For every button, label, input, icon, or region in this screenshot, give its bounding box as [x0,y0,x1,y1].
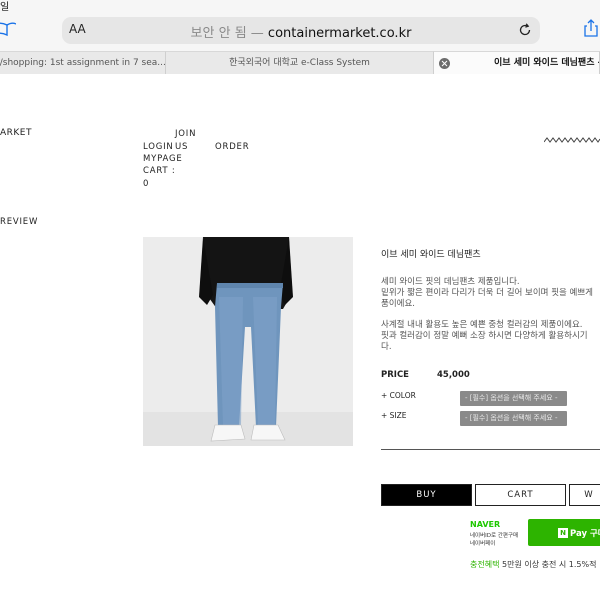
not-secure-label: 보안 안 됨 — [190,26,268,41]
add-to-cart-button[interactable]: CART [475,484,566,506]
naver-pay-box: NAVER 네이버ID로 간편구매 네이버페이 N Pay 구매 [468,517,600,549]
charge-benefit-label: 충전혜택 [470,560,500,569]
product-desc-line: 핏과 컬러감이 정말 예뻐 소장 하시면 다양하게 활용하시기 [381,331,588,341]
menu-toggle-icon[interactable] [544,136,600,144]
menu-mypage[interactable]: MYPAGE [143,154,183,164]
share-icon[interactable] [584,19,598,37]
close-tab-icon[interactable] [439,58,450,69]
tab-shopping[interactable]: 3/shopping: 1st assignment in 7 sea... [0,51,166,74]
color-label: + COLOR [381,391,416,400]
bookmarks-icon[interactable] [0,22,16,36]
tab-bar: 3/shopping: 1st assignment in 7 sea... 한… [0,51,600,74]
naver-pay-n-icon: N [558,528,568,538]
menu-us[interactable]: US [175,142,188,152]
charge-benefit-text: 5만원 이상 충전 시 1.5%적 [499,560,597,569]
reload-icon[interactable] [518,23,532,37]
product-desc-line: 밑위가 짧은 편이라 다리가 더욱 더 길어 보이며 핏을 예쁘게 [381,288,593,298]
size-label: + SIZE [381,411,407,420]
tab-product-active[interactable]: 이브 세미 와이드 데님팬츠 - 컨 [434,51,600,74]
address-text[interactable]: 보안 안 됨 — containermarket.co.kr [62,22,540,41]
tab-label: 한국외국어 대학교 e-Class System [229,58,370,68]
price-label: PRICE [381,370,409,380]
product-desc-line: 세미 와이드 핏의 데님팬츠 제품입니다. [381,277,520,287]
color-select[interactable]: - [필수] 옵션을 선택해 주세요 - [460,391,567,406]
naver-pay-label: Pay 구매 [570,529,600,539]
product-desc-line: 다. [381,342,392,352]
naver-logo: NAVER [470,520,501,529]
tab-label: 3/shopping: 1st assignment in 7 sea... [0,58,166,68]
size-select[interactable]: - [필수] 옵션을 선택해 주세요 - [460,411,567,426]
browser-chrome: 일 AA 보안 안 됨 — containermarket.co.kr 3/sh… [0,0,600,74]
product-desc-line: 품이에요. [381,299,415,309]
divider [381,449,600,450]
address-domain: containermarket.co.kr [267,26,412,41]
menu-join[interactable]: JOIN [175,129,196,139]
buy-button[interactable]: BUY [381,484,472,506]
status-text: 일 [0,2,10,13]
address-bar[interactable]: AA 보안 안 됨 — containermarket.co.kr [62,17,540,44]
charge-benefit: 충전혜택 5만원 이상 충전 시 1.5%적 [470,559,596,570]
site-logo[interactable]: ARKET [0,128,32,138]
nav-review[interactable]: REVIEW [0,217,38,227]
wishlist-button[interactable]: W [569,484,600,506]
menu-cart[interactable]: CART : [143,166,176,176]
tab-eclass[interactable]: 한국외국어 대학교 e-Class System [166,51,434,74]
product-image [143,237,353,446]
naver-text-line: 네이버페이 [470,541,496,547]
product-desc-line: 사계절 내내 활용도 높은 예쁜 중청 컬러감의 제품이에요. [381,320,583,330]
tab-label: 이브 세미 와이드 데님팬츠 - 컨 [494,58,599,68]
menu-order[interactable]: ORDER [215,142,249,152]
product-name: 이브 세미 와이드 데님팬츠 [381,250,481,260]
naver-text-line: 네이버ID로 간편구매 [470,533,519,539]
menu-login[interactable]: LOGIN [143,142,174,152]
naver-pay-button[interactable]: N Pay 구매 [528,519,600,546]
price-value: 45,000 [437,370,470,380]
cart-count: 0 [143,179,150,189]
